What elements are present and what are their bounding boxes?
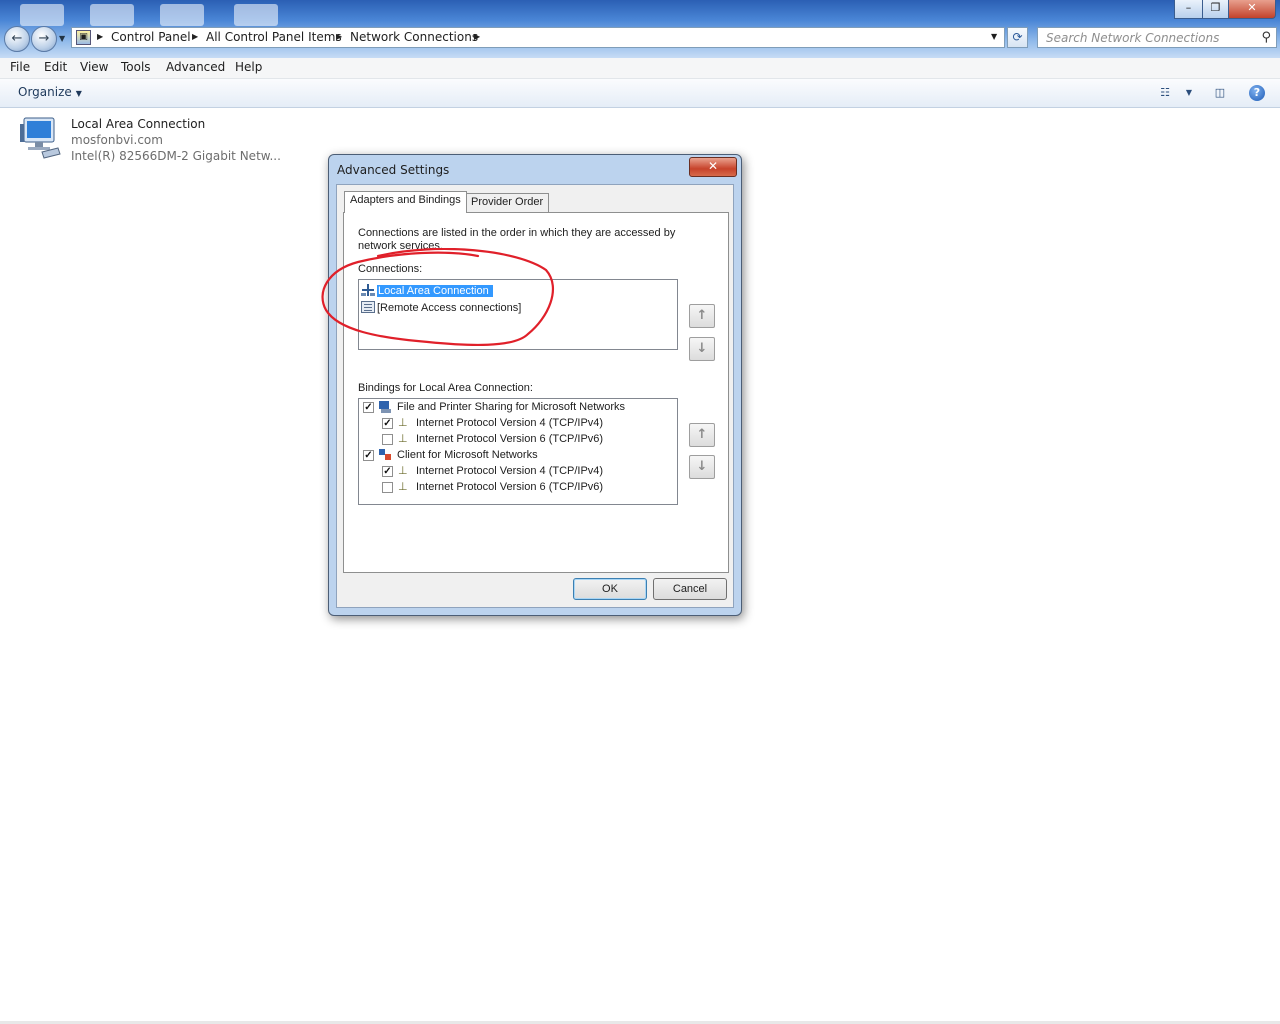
dialog-title: Advanced Settings [337,163,450,177]
window-title-bar: – ❐ ✕ ← → ▼ ▣ ▶ Control Panel ▶ All Cont… [0,0,1280,58]
binding-checkbox[interactable]: ✓ [363,450,374,461]
help-icon[interactable]: ? [1249,85,1265,101]
chevron-right-icon[interactable]: ▶ [97,32,103,41]
remote-access-icon [361,301,375,313]
chevron-right-icon[interactable]: ▶ [336,32,342,41]
adapters-bindings-panel: Connections are listed in the order in w… [343,212,729,573]
thumbnail [20,4,64,26]
forward-arrow-icon: → [38,31,50,46]
protocol-icon: ⊥ [398,465,408,477]
binding-move-up-button[interactable]: ↑ [689,423,715,447]
tab-adapters-and-bindings[interactable]: Adapters and Bindings [344,191,467,213]
change-view-icon[interactable]: ☷ [1157,85,1173,101]
connection-move-down-button[interactable]: ↓ [689,337,715,361]
maximize-button[interactable]: ❐ [1202,0,1229,19]
dialog-body: Adapters and Bindings Provider Order Con… [336,184,734,608]
search-input[interactable] [1044,30,1248,46]
connection-name: Local Area Connection [377,285,493,297]
thumbnail [234,4,278,26]
binding-move-down-button[interactable]: ↓ [689,455,715,479]
bindings-label: Bindings for Local Area Connection: [358,382,533,394]
tab-provider-order[interactable]: Provider Order [465,193,550,212]
file-printer-sharing-icon [379,401,391,413]
command-bar: Organize ▼ ☷ ▼ ◫ ? [0,79,1280,108]
organize-button[interactable]: Organize ▼ [18,85,82,99]
minimize-button[interactable]: – [1174,0,1203,19]
client-networks-icon [379,449,391,460]
preview-pane-icon[interactable]: ◫ [1212,85,1228,101]
menu-tools[interactable]: Tools [121,60,151,74]
breadcrumb-network-connections[interactable]: Network Connections [350,30,478,44]
binding-checkbox[interactable]: ✓ [382,466,393,477]
connections-list[interactable]: Local Area Connection [Remote Access con… [358,279,678,350]
close-button[interactable]: ✕ [1228,0,1276,19]
menu-edit[interactable]: Edit [44,60,67,74]
connection-row-local-area[interactable]: Local Area Connection [361,282,493,298]
breadcrumb-all-control-panel-items[interactable]: All Control Panel Items [206,30,342,44]
refresh-button[interactable]: ⟳ [1007,27,1028,48]
control-panel-icon: ▣ [76,30,91,45]
address-bar[interactable]: ▣ ▶ Control Panel ▶ All Control Panel It… [71,27,1005,48]
binding-label: Client for Microsoft Networks [397,449,538,461]
dialog-close-button[interactable]: ✕ [689,157,737,177]
thumbnail [160,4,204,26]
search-icon[interactable]: ⚲ [1261,30,1271,45]
menu-bar: File Edit View Tools Advanced Help [0,58,1280,79]
connection-network: mosfonbvi.com [71,133,163,147]
chevron-right-icon[interactable]: ▶ [474,32,480,41]
binding-label: Internet Protocol Version 6 (TCP/IPv6) [416,433,604,445]
connection-item-local-area[interactable]: Local Area Connection mosfonbvi.com Inte… [14,114,281,170]
refresh-icon: ⟳ [1012,30,1023,44]
back-button[interactable]: ← [4,26,30,52]
menu-file[interactable]: File [10,60,30,74]
connection-move-up-button[interactable]: ↑ [689,304,715,328]
connections-description: Connections are listed in the order in w… [358,227,676,252]
binding-checkbox[interactable]: ✓ [382,418,393,429]
search-box[interactable]: ⚲ [1037,27,1277,48]
menu-help[interactable]: Help [235,60,262,74]
menu-view[interactable]: View [80,60,108,74]
network-adapter-icon [20,117,61,159]
cancel-button[interactable]: Cancel [653,578,727,600]
recent-pages-dropdown[interactable]: ▼ [59,34,65,43]
breadcrumb-control-panel[interactable]: Control Panel [111,30,191,44]
back-arrow-icon: ← [11,31,23,46]
binding-checkbox[interactable] [382,434,393,445]
protocol-icon: ⊥ [398,417,408,429]
protocol-icon: ⊥ [398,433,408,445]
connection-name: Local Area Connection [71,117,206,131]
address-dropdown-icon[interactable]: ▼ [991,32,997,41]
binding-checkbox[interactable]: ✓ [363,402,374,413]
connection-name: [Remote Access connections] [377,302,522,314]
network-connection-icon [361,284,375,296]
chevron-right-icon[interactable]: ▶ [192,32,198,41]
binding-label: Internet Protocol Version 6 (TCP/IPv6) [416,481,604,493]
connections-label: Connections: [358,263,423,275]
view-options-dropdown-icon[interactable]: ▼ [1181,85,1197,101]
menu-advanced[interactable]: Advanced [166,60,225,74]
connection-adapter: Intel(R) 82566DM-2 Gigabit Netw... [71,149,281,163]
binding-label: File and Printer Sharing for Microsoft N… [397,401,626,413]
advanced-settings-dialog: Advanced Settings ✕ Adapters and Binding… [328,154,742,616]
binding-label: Internet Protocol Version 4 (TCP/IPv4) [416,465,604,477]
connection-row-remote-access[interactable]: [Remote Access connections] [361,299,521,315]
forward-button[interactable]: → [31,26,57,52]
chevron-down-icon: ▼ [75,89,82,98]
binding-checkbox[interactable] [382,482,393,493]
protocol-icon: ⊥ [398,481,408,493]
thumbnail [90,4,134,26]
bindings-list[interactable]: ✓ File and Printer Sharing for Microsoft… [358,398,678,505]
organize-label: Organize [18,85,72,99]
ok-button[interactable]: OK [573,578,647,600]
binding-label: Internet Protocol Version 4 (TCP/IPv4) [416,417,604,429]
